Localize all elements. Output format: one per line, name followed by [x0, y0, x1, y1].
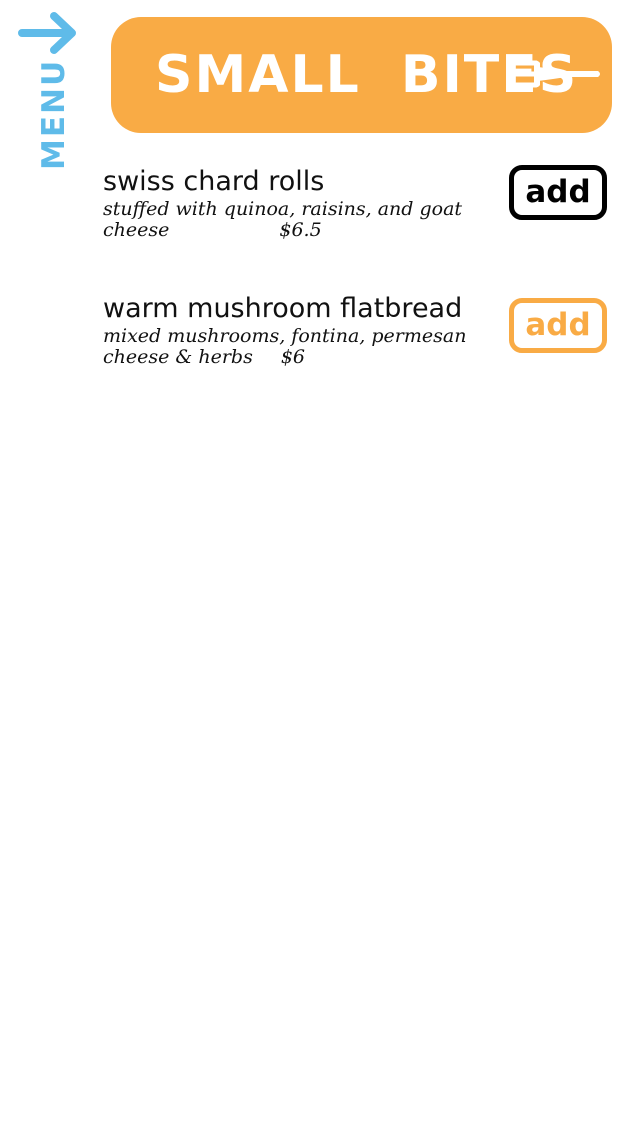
fork-icon	[514, 60, 600, 88]
menu-item: warm mushroom flatbread mixed mushrooms,…	[103, 292, 503, 368]
item-description-continued: cheese $6.5	[103, 220, 503, 241]
add-button[interactable]: add	[509, 298, 607, 353]
add-button[interactable]: add	[509, 165, 607, 220]
item-description: mixed mushrooms, fontina, permesan	[103, 325, 467, 347]
item-description-end: cheese	[103, 219, 170, 241]
menu-toggle[interactable]: MENU	[14, 10, 84, 175]
arrow-right-icon	[18, 12, 76, 54]
menu-label: MENU	[36, 58, 72, 170]
item-description-end: cheese & herbs	[103, 346, 253, 368]
item-description: stuffed with quinoa, raisins, and goat	[103, 198, 463, 220]
menu-item: swiss chard rolls stuffed with quinoa, r…	[103, 165, 503, 241]
item-name: swiss chard rolls	[103, 166, 325, 197]
section-header: SMALL BITES	[111, 17, 612, 133]
item-name: warm mushroom flatbread	[103, 293, 463, 324]
item-description-continued: cheese & herbs $6	[103, 347, 503, 368]
item-price: $6	[280, 346, 306, 368]
item-price: $6.5	[279, 219, 322, 241]
